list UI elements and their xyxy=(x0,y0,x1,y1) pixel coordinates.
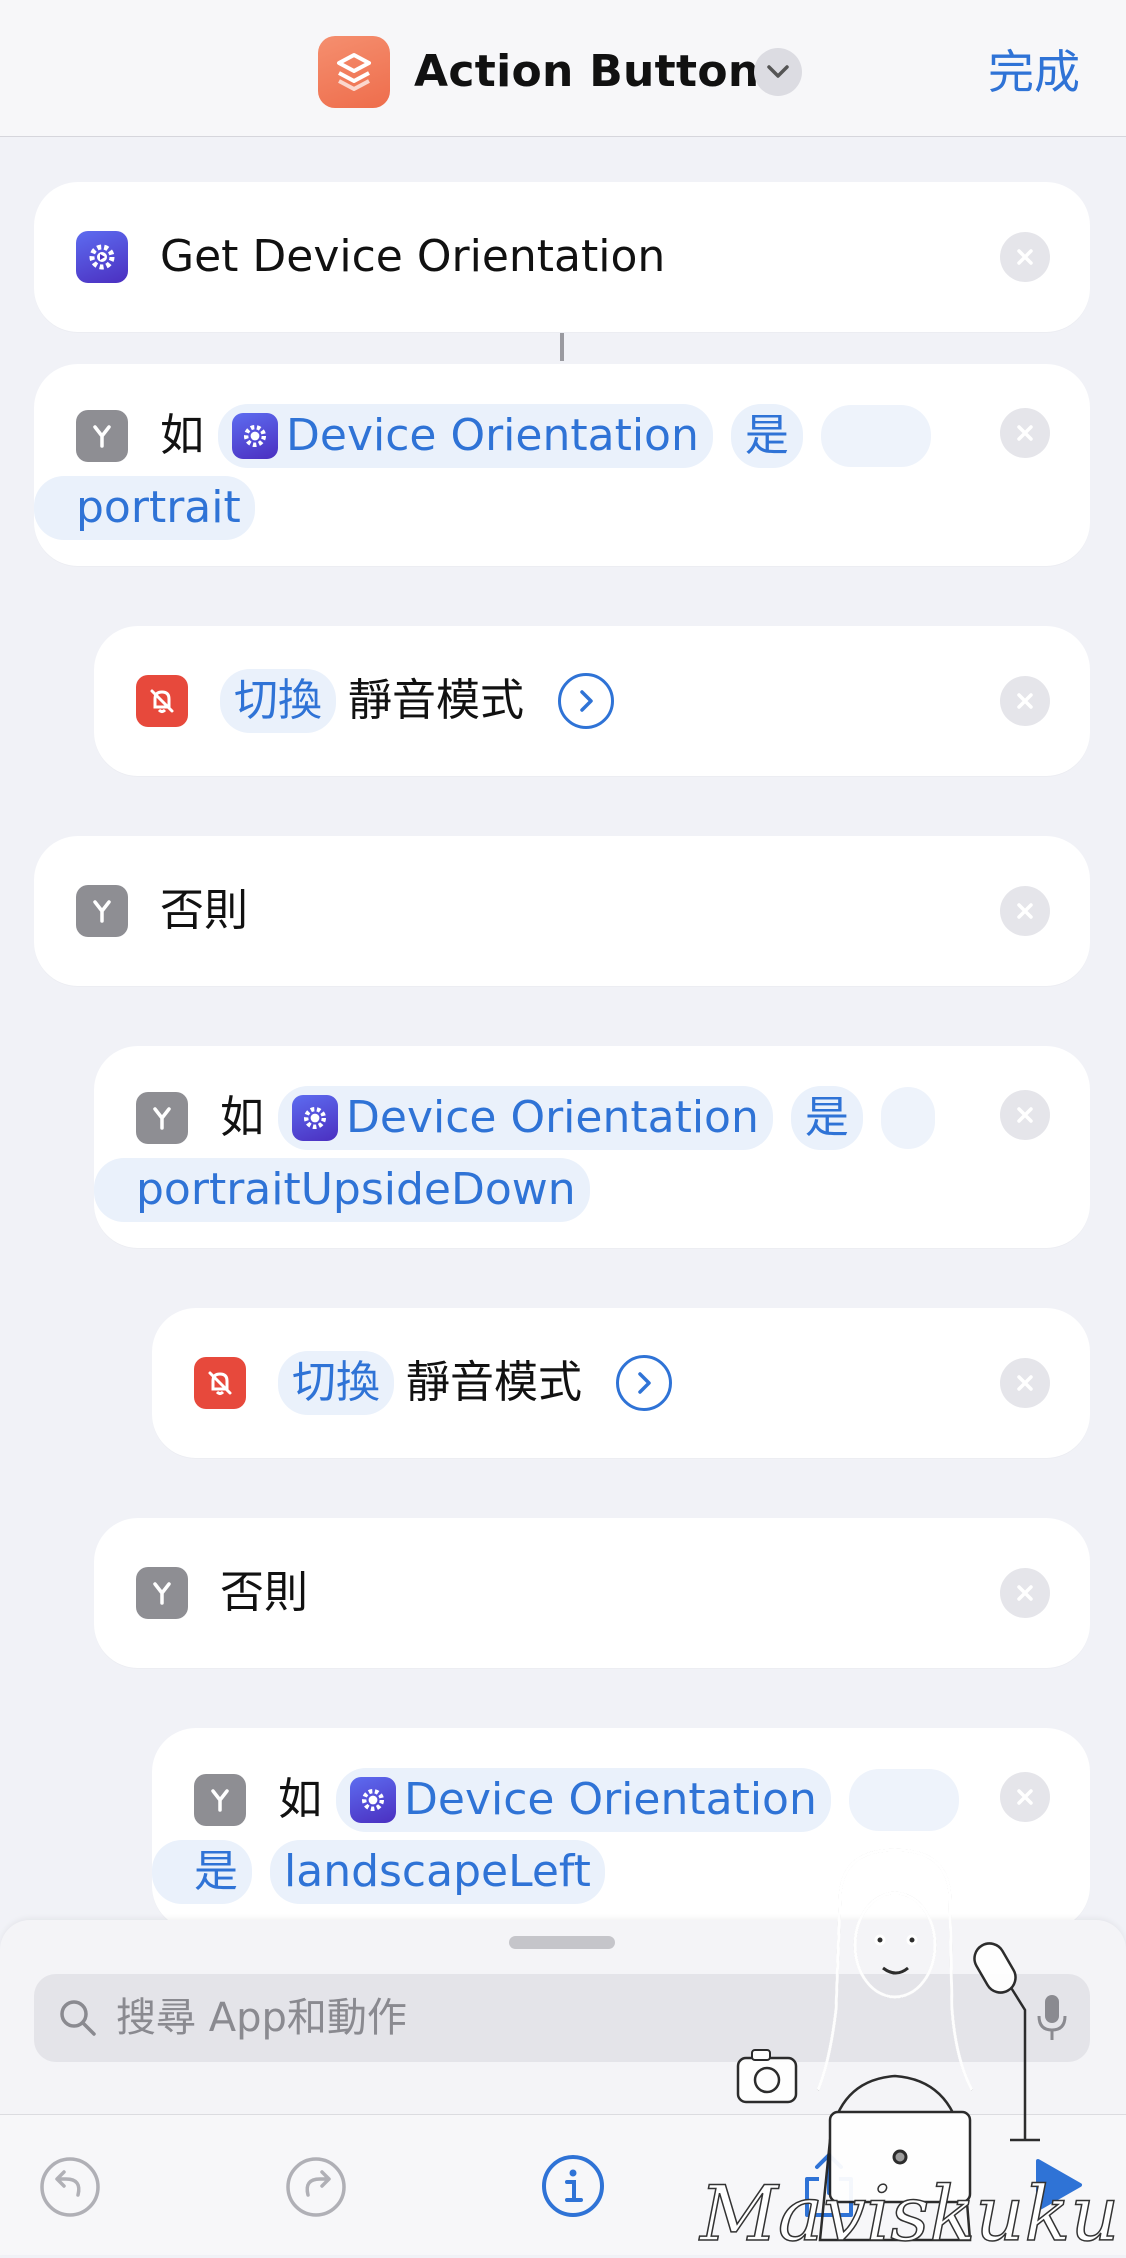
remove-action-button[interactable] xyxy=(1000,676,1050,726)
if-keyword: 如 xyxy=(220,1092,264,1143)
variable-pill[interactable]: Device Orientation xyxy=(336,1768,831,1832)
device-gear-icon xyxy=(350,1777,396,1823)
branch-icon xyxy=(76,410,128,462)
shortcut-title[interactable]: Action Button xyxy=(414,42,760,102)
info-icon xyxy=(542,2155,604,2217)
toggle-verb-pill[interactable]: 切換 xyxy=(220,669,336,733)
action-if-portrait[interactable]: 如 Device Orientation 是 portrait xyxy=(34,364,1090,566)
chevron-right-icon[interactable] xyxy=(558,673,614,729)
chevron-right-icon[interactable] xyxy=(616,1355,672,1411)
done-button[interactable]: 完成 xyxy=(988,42,1080,102)
variable-label: Device Orientation xyxy=(404,1774,817,1825)
action-if-portrait-upside-down[interactable]: 如 Device Orientation 是 portraitUpsideDow… xyxy=(94,1046,1090,1248)
redo-icon xyxy=(286,2157,346,2217)
run-button[interactable] xyxy=(1030,2155,1086,2215)
branch-icon xyxy=(136,1092,188,1144)
empty-parameter-pill[interactable] xyxy=(880,1087,935,1149)
undo-button[interactable] xyxy=(38,2155,102,2219)
otherwise-label: 否則 xyxy=(220,1567,308,1618)
bottom-toolbar xyxy=(0,2114,1126,2255)
sheet-grabber[interactable] xyxy=(509,1936,615,1949)
play-icon xyxy=(1036,2159,1082,2211)
if-keyword: 如 xyxy=(160,410,204,461)
remove-action-button[interactable] xyxy=(1000,886,1050,936)
branch-icon xyxy=(194,1774,246,1826)
share-icon xyxy=(805,2153,853,2217)
undo-icon xyxy=(40,2157,100,2217)
branch-icon xyxy=(136,1567,188,1619)
value-pill[interactable]: portraitUpsideDown xyxy=(94,1158,590,1222)
redo-button[interactable] xyxy=(284,2155,348,2219)
remove-action-button[interactable] xyxy=(1000,232,1050,282)
toggle-target-label: 靜音模式 xyxy=(348,675,524,726)
empty-parameter-pill[interactable] xyxy=(820,405,931,467)
variable-pill[interactable]: Device Orientation xyxy=(278,1086,773,1150)
shortcuts-app-icon xyxy=(318,36,390,108)
bell-slash-icon xyxy=(194,1357,246,1409)
action-if-landscape-left[interactable]: 如 Device Orientation 是 landscapeLeft xyxy=(152,1728,1090,1930)
device-gear-icon xyxy=(232,413,278,459)
info-button[interactable] xyxy=(540,2153,606,2219)
share-button[interactable] xyxy=(796,2147,862,2223)
action-toggle-silent-mode[interactable]: 切換 靜音模式 xyxy=(152,1308,1090,1458)
remove-action-button[interactable] xyxy=(1000,1358,1050,1408)
variable-pill[interactable]: Device Orientation xyxy=(218,404,713,468)
value-pill[interactable]: landscapeLeft xyxy=(270,1840,605,1904)
action-toggle-silent-mode[interactable]: 切換 靜音模式 xyxy=(94,626,1090,776)
action-otherwise[interactable]: 否則 xyxy=(94,1518,1090,1668)
action-otherwise[interactable]: 否則 xyxy=(34,836,1090,986)
remove-action-button[interactable] xyxy=(1000,1772,1050,1822)
flow-connector xyxy=(560,333,564,361)
remove-action-button[interactable] xyxy=(1000,408,1050,458)
empty-parameter-pill[interactable] xyxy=(848,1769,959,1831)
chevron-down-icon[interactable] xyxy=(754,48,802,96)
condition-pill[interactable]: 是 xyxy=(730,404,803,468)
search-input[interactable]: 搜尋 App和動作 xyxy=(116,1988,407,2048)
toggle-target-label: 靜音模式 xyxy=(406,1357,582,1408)
remove-action-button[interactable] xyxy=(1000,1568,1050,1618)
condition-pill[interactable]: 是 xyxy=(152,1840,252,1904)
bell-slash-icon xyxy=(136,675,188,727)
search-field[interactable]: 搜尋 App和動作 xyxy=(34,1974,1090,2062)
navigation-bar: Action Button 完成 xyxy=(0,0,1126,137)
remove-action-button[interactable] xyxy=(1000,1090,1050,1140)
microphone-icon[interactable] xyxy=(1034,1992,1070,2044)
toggle-verb-pill[interactable]: 切換 xyxy=(278,1351,394,1415)
variable-label: Device Orientation xyxy=(346,1092,759,1143)
if-keyword: 如 xyxy=(278,1774,322,1825)
action-label: Get Device Orientation xyxy=(160,231,666,282)
condition-pill[interactable]: 是 xyxy=(790,1086,863,1150)
otherwise-label: 否則 xyxy=(160,885,248,936)
device-gear-icon xyxy=(292,1095,338,1141)
branch-icon xyxy=(76,885,128,937)
device-gear-icon xyxy=(76,231,128,283)
value-pill[interactable]: portrait xyxy=(34,476,255,540)
action-get-device-orientation[interactable]: Get Device Orientation xyxy=(34,182,1090,332)
variable-label: Device Orientation xyxy=(286,410,699,461)
search-icon xyxy=(60,2000,96,2036)
